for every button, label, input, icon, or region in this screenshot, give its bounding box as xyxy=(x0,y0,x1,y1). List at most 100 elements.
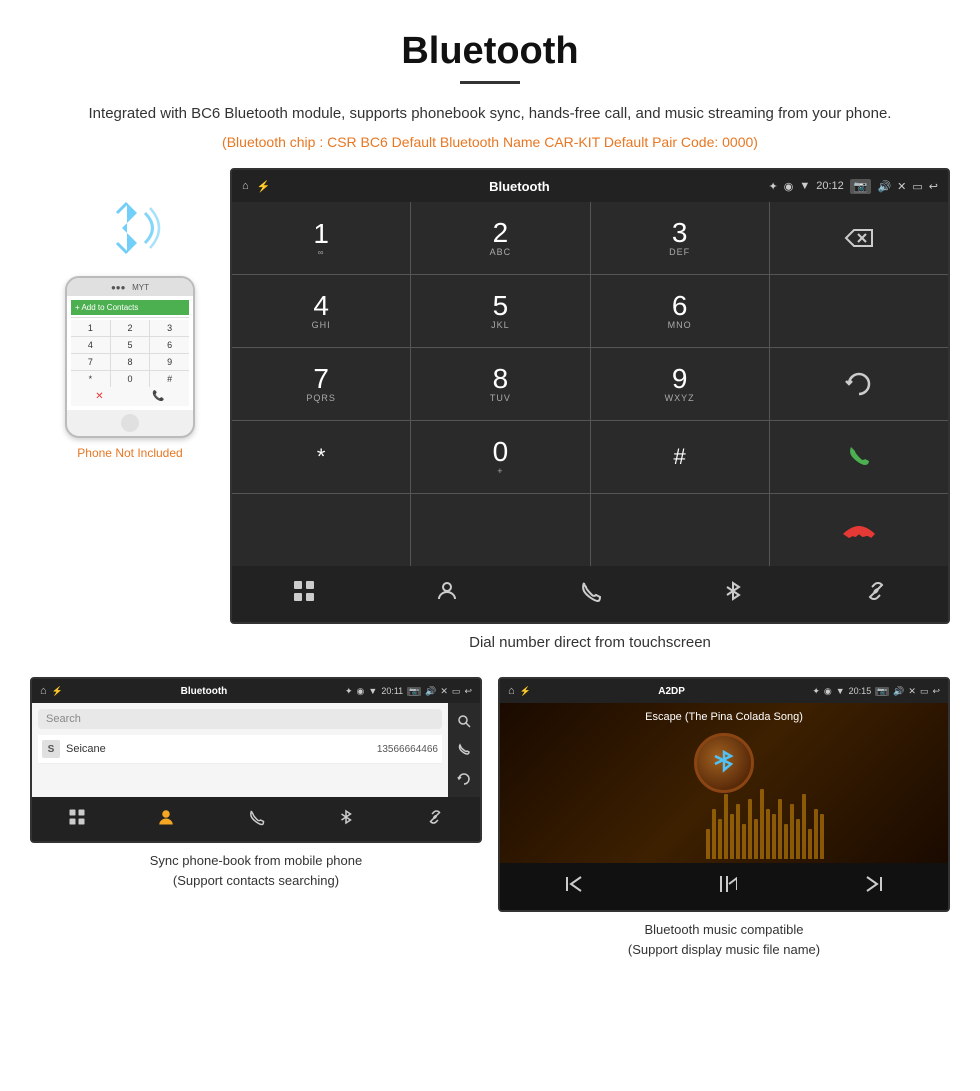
volume-icon[interactable]: 🔊 xyxy=(877,180,891,193)
main-content: ●●● MYT + Add to Contacts 1 2 3 4 5 6 7 … xyxy=(0,168,980,667)
phone-keypad: 1 2 3 4 5 6 7 8 9 * 0 # xyxy=(71,320,189,387)
music-win-icon[interactable]: ▭ xyxy=(920,686,929,697)
apps-toolbar-icon[interactable] xyxy=(278,573,330,615)
bluetooth-toolbar-icon[interactable] xyxy=(707,573,759,615)
phone-key-0[interactable]: 0 xyxy=(111,371,150,387)
dial-key-7[interactable]: 7 PQRS xyxy=(232,348,410,420)
main-screen-status-bar: ⌂ ⚡ Bluetooth ✦ ◉ ▼ 20:12 📷 🔊 ✕ ▭ ↩ xyxy=(232,170,948,202)
backspace-button[interactable] xyxy=(770,202,948,274)
home-icon[interactable]: ⌂ xyxy=(242,180,249,192)
phone-top-bar: ●●● MYT xyxy=(67,278,193,296)
page-title: Bluetooth xyxy=(0,0,980,81)
phone-key-9[interactable]: 9 xyxy=(150,354,189,370)
pb-vol-icon[interactable]: 🔊 xyxy=(425,686,436,697)
bluetooth-status-icon: ✦ xyxy=(768,180,777,193)
music-close-icon[interactable]: ✕ xyxy=(908,686,916,697)
pb-search-right-icon[interactable] xyxy=(450,707,478,735)
dial-key-3[interactable]: 3 DEF xyxy=(591,202,769,274)
phone-bottom-bar: ✕ 📞 xyxy=(71,387,189,406)
close-icon[interactable]: ✕ xyxy=(897,180,906,193)
title-underline xyxy=(460,81,520,84)
dial-key-4[interactable]: 4 GHI xyxy=(232,275,410,347)
music-vol-icon[interactable]: 🔊 xyxy=(893,686,904,697)
phone-key-4[interactable]: 4 xyxy=(71,337,110,353)
music-caption: Bluetooth music compatible(Support displ… xyxy=(628,920,820,959)
empty-cell-row5-1 xyxy=(232,494,410,566)
car-screen-main: ⌂ ⚡ Bluetooth ✦ ◉ ▼ 20:12 📷 🔊 ✕ ▭ ↩ xyxy=(230,168,950,624)
pb-contacts-icon[interactable] xyxy=(143,802,189,837)
music-time: 20:15 xyxy=(849,686,872,696)
pb-reload-right-icon[interactable] xyxy=(450,765,478,793)
pb-home-icon[interactable]: ⌂ xyxy=(40,685,47,697)
reload-button[interactable] xyxy=(770,348,948,420)
dial-key-5[interactable]: 5 JKL xyxy=(411,275,589,347)
car-bottom-toolbar xyxy=(232,566,948,622)
phone-key-hash[interactable]: # xyxy=(150,371,189,387)
main-car-screen-wrapper: ⌂ ⚡ Bluetooth ✦ ◉ ▼ 20:12 📷 🔊 ✕ ▭ ↩ xyxy=(230,168,950,667)
music-wifi-icon: ▼ xyxy=(836,686,845,696)
pb-time: 20:11 xyxy=(381,686,403,696)
pb-link2-icon[interactable] xyxy=(412,802,458,837)
phone-key-star[interactable]: * xyxy=(71,371,110,387)
wifi-icon: ▼ xyxy=(799,180,810,192)
pb-apps-icon[interactable] xyxy=(54,802,100,837)
dial-key-0[interactable]: 0 + xyxy=(411,421,589,493)
phone-container: ●●● MYT + Add to Contacts 1 2 3 4 5 6 7 … xyxy=(30,168,230,460)
contacts-toolbar-icon[interactable] xyxy=(421,573,473,615)
music-content: Escape (The Pina Colada Song) xyxy=(500,703,948,863)
phone-key-5[interactable]: 5 xyxy=(111,337,150,353)
phone-key-8[interactable]: 8 xyxy=(111,354,150,370)
music-bt-icon: ✦ xyxy=(812,686,820,697)
music-screen: ⌂ ⚡ A2DP ✦ ◉ ▼ 20:15 📷 🔊 ✕ ▭ ↩ Es xyxy=(498,677,950,912)
prev-track-button[interactable] xyxy=(553,869,595,904)
dial-key-hash[interactable]: # xyxy=(591,421,769,493)
dial-key-6[interactable]: 6 MNO xyxy=(591,275,769,347)
music-camera-icon[interactable]: 📷 xyxy=(875,687,889,696)
location-icon: ◉ xyxy=(784,180,794,193)
play-pause-button[interactable] xyxy=(701,869,747,904)
music-app-name: A2DP xyxy=(658,686,685,697)
back-icon[interactable]: ↩ xyxy=(929,180,938,193)
pb-phone2-icon[interactable] xyxy=(233,802,279,837)
pb-close-icon[interactable]: ✕ xyxy=(440,686,448,697)
pb-bottom-toolbar xyxy=(32,797,480,841)
bluetooth-wave-icon xyxy=(90,188,170,268)
pb-win-icon[interactable]: ▭ xyxy=(452,686,461,697)
pb-phone-right-icon[interactable] xyxy=(450,736,478,764)
dial-key-star[interactable]: * xyxy=(232,421,410,493)
phone-key-2[interactable]: 2 xyxy=(111,320,150,336)
phone-key-7[interactable]: 7 xyxy=(71,354,110,370)
bottom-screens: ⌂ ⚡ Bluetooth ✦ ◉ ▼ 20:11 📷 🔊 ✕ ▭ ↩ xyxy=(0,677,980,979)
phone-screen-header: + Add to Contacts xyxy=(71,300,189,315)
window-icon[interactable]: ▭ xyxy=(912,180,922,193)
music-back-icon[interactable]: ↩ xyxy=(932,686,940,697)
red-end-call-button[interactable] xyxy=(770,494,948,566)
dial-key-8[interactable]: 8 TUV xyxy=(411,348,589,420)
dial-key-1[interactable]: 1 ∞ xyxy=(232,202,410,274)
screen-app-name: Bluetooth xyxy=(489,179,550,194)
pb-camera-icon[interactable]: 📷 xyxy=(407,687,421,696)
dial-key-2[interactable]: 2 ABC xyxy=(411,202,589,274)
music-home-icon[interactable]: ⌂ xyxy=(508,685,515,697)
phone-key-1[interactable]: 1 xyxy=(71,320,110,336)
album-art xyxy=(694,733,754,793)
pb-usb-icon: ⚡ xyxy=(52,686,63,697)
pb-bluetooth2-icon[interactable] xyxy=(323,802,369,837)
link-toolbar-icon[interactable] xyxy=(850,573,902,615)
green-call-button[interactable] xyxy=(770,421,948,493)
phone-key-3[interactable]: 3 xyxy=(150,320,189,336)
phone-key-6[interactable]: 6 xyxy=(150,337,189,353)
pb-search-field[interactable]: Search xyxy=(38,709,442,729)
camera-icon[interactable]: 📷 xyxy=(850,179,872,194)
contact-row-seicane[interactable]: S Seicane 13566664466 xyxy=(38,735,442,764)
contact-letter-s: S xyxy=(42,740,60,758)
status-right: ✦ ◉ ▼ 20:12 📷 🔊 ✕ ▭ ↩ xyxy=(768,179,938,194)
song-title: Escape (The Pina Colada Song) xyxy=(645,711,803,723)
next-track-button[interactable] xyxy=(853,869,895,904)
pb-back-icon[interactable]: ↩ xyxy=(464,686,472,697)
dial-key-9[interactable]: 9 WXYZ xyxy=(591,348,769,420)
music-usb-icon: ⚡ xyxy=(520,686,531,697)
phone-toolbar-icon[interactable] xyxy=(564,573,616,615)
phone-not-included-label: Phone Not Included xyxy=(77,446,182,460)
phone-home-button[interactable] xyxy=(121,414,139,432)
